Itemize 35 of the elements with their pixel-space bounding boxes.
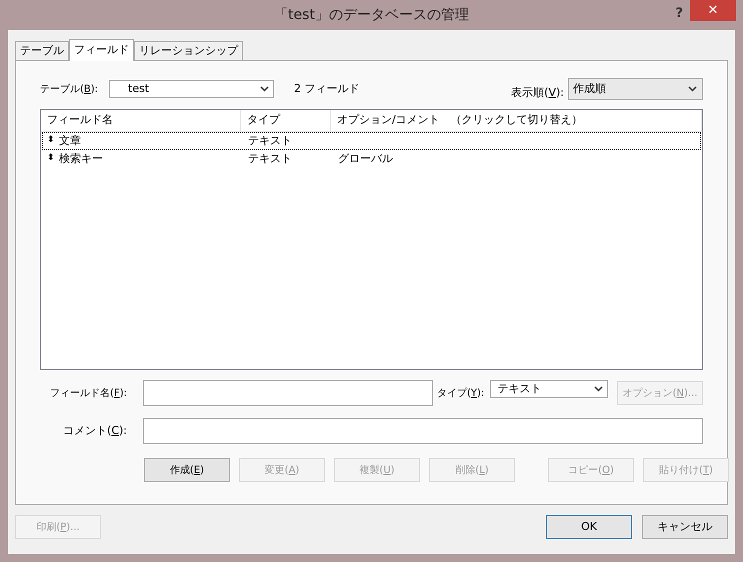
type-label: タイプ(Y):: [437, 386, 484, 400]
ok-button[interactable]: OK: [546, 515, 632, 539]
drag-handle-icon[interactable]: ⬍: [47, 152, 59, 166]
window-title: 「test」のデータベースの管理: [274, 6, 469, 24]
column-header[interactable]: フィールド名: [41, 110, 241, 131]
field-type-cell-text: テキスト: [247, 150, 293, 167]
field-name-cell-text: 文章: [59, 132, 81, 149]
action-button[interactable]: 作成(E): [144, 458, 230, 482]
comment-input[interactable]: [143, 418, 703, 444]
tab[interactable]: テーブル: [15, 41, 69, 60]
field-row[interactable]: ⬍ 文章 テキスト: [42, 132, 701, 150]
cancel-button[interactable]: キャンセル: [642, 515, 728, 539]
field-row[interactable]: ⬍ 検索キー テキスト グローバル: [42, 150, 701, 168]
sort-dropdown[interactable]: 作成順: [568, 78, 703, 100]
comment-label: コメント(C):: [62, 422, 128, 439]
tab[interactable]: フィールド: [69, 39, 134, 61]
column-header[interactable]: タイプ: [241, 110, 331, 131]
table-dropdown-value: test: [128, 80, 150, 97]
sort-dropdown-value: 作成順: [573, 80, 607, 97]
help-button[interactable]: ?: [675, 4, 683, 24]
table-label: テーブル(B):: [40, 82, 100, 96]
field-name-input[interactable]: [143, 380, 433, 406]
drag-handle-icon[interactable]: ⬍: [47, 134, 59, 148]
field-type-cell-text: テキスト: [247, 132, 293, 149]
sort-label: 表示順(V):: [511, 84, 564, 101]
type-dropdown[interactable]: テキスト: [490, 380, 608, 398]
table-dropdown[interactable]: test: [109, 80, 274, 98]
column-header[interactable]: オプション/コメント （クリックして切り替え）: [331, 110, 702, 131]
field-options-cell-text: グローバル: [337, 150, 393, 167]
field-count: 2 フィールド: [294, 80, 360, 97]
tab[interactable]: リレーションシップ: [134, 41, 243, 60]
type-dropdown-value: テキスト: [497, 380, 542, 397]
field-name-label: フィールド名(F):: [49, 386, 128, 400]
field-name-cell-text: 検索キー: [59, 150, 103, 167]
close-button[interactable]: ✕: [690, 0, 736, 21]
